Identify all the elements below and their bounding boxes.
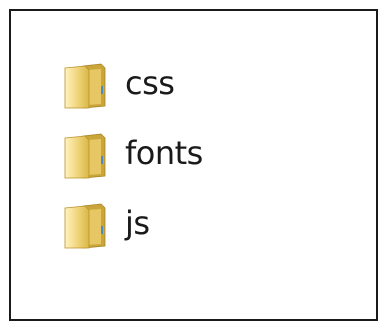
folder-list: css fonts js — [61, 51, 203, 261]
folder-item-fonts[interactable]: fonts — [61, 121, 203, 191]
folder-icon — [61, 132, 111, 180]
folder-name: css — [125, 64, 175, 102]
folder-name: fonts — [125, 134, 203, 172]
folder-icon — [61, 202, 111, 250]
file-list-panel: css fonts js — [9, 9, 378, 321]
folder-item-js[interactable]: js — [61, 191, 203, 261]
folder-icon — [61, 62, 111, 110]
folder-item-css[interactable]: css — [61, 51, 203, 121]
folder-name: js — [125, 204, 150, 242]
